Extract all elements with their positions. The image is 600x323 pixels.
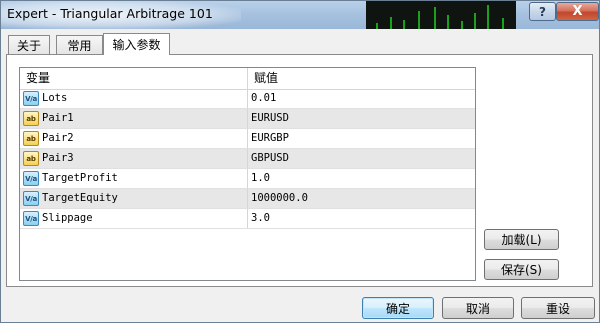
numeric-type-icon: V/a <box>23 171 39 186</box>
numeric-type-icon: V/a <box>23 191 39 206</box>
numeric-type-icon: V/a <box>23 91 39 106</box>
parameter-row-target-profit[interactable]: V/a TargetProfit 1.0 <box>20 169 475 189</box>
column-header-variable[interactable]: 变量 <box>20 68 248 89</box>
parameter-name-cell: V/a TargetProfit <box>20 169 248 188</box>
cancel-button-label: 取消 <box>465 301 490 316</box>
parameter-row-lots[interactable]: V/a Lots 0.01 <box>20 89 475 109</box>
load-button-label: 加载(L) <box>501 233 542 247</box>
tab-common[interactable]: 常用 <box>56 35 103 55</box>
window-title: Expert - Triangular Arbitrage 101 <box>7 6 213 21</box>
parameter-name: TargetProfit <box>42 172 118 184</box>
parameter-name-cell: V/a TargetEquity <box>20 189 248 208</box>
ok-button[interactable]: 确定 <box>362 297 434 319</box>
tab-common-label: 常用 <box>67 39 92 53</box>
column-header-value[interactable]: 赋值 <box>248 68 475 89</box>
parameter-name: Slippage <box>42 212 93 224</box>
tab-inputs[interactable]: 输入参数 <box>103 33 170 55</box>
reset-button[interactable]: 重设 <box>521 297 595 319</box>
save-button-label: 保存(S) <box>501 263 542 277</box>
parameter-name: Pair2 <box>42 132 74 144</box>
numeric-type-icon: V/a <box>23 211 39 226</box>
parameter-name-cell: ab Pair3 <box>20 149 248 168</box>
string-type-icon: ab <box>23 151 39 166</box>
help-button[interactable]: ? <box>529 2 556 21</box>
parameter-row-slippage[interactable]: V/a Slippage 3.0 <box>20 209 475 229</box>
parameter-name-cell: V/a Slippage <box>20 209 248 228</box>
parameter-value[interactable]: GBPUSD <box>248 149 475 168</box>
parameter-row-pair2[interactable]: ab Pair2 EURGBP <box>20 129 475 149</box>
parameter-name-cell: ab Pair1 <box>20 109 248 128</box>
tab-about-label: 关于 <box>16 39 41 53</box>
parameter-row-pair3[interactable]: ab Pair3 GBPUSD <box>20 149 475 169</box>
parameter-row-target-equity[interactable]: V/a TargetEquity 1000000.0 <box>20 189 475 209</box>
save-button[interactable]: 保存(S) <box>484 259 559 280</box>
close-button[interactable]: X <box>556 2 599 21</box>
parameter-name: Lots <box>42 92 68 104</box>
parameter-value[interactable]: EURGBP <box>248 129 475 148</box>
tab-about[interactable]: 关于 <box>8 35 50 55</box>
reset-button-label: 重设 <box>545 301 570 316</box>
input-parameters-grid: 变量 赋值 V/a Lots 0.01 ab Pair1 EURUSD ab P… <box>19 67 476 281</box>
string-type-icon: ab <box>23 131 39 146</box>
load-button[interactable]: 加载(L) <box>484 229 559 250</box>
parameter-name: TargetEquity <box>42 192 118 204</box>
parameter-value[interactable]: 0.01 <box>248 89 475 108</box>
help-icon: ? <box>539 4 546 19</box>
parameter-value[interactable]: 1000000.0 <box>248 189 475 208</box>
parameter-value[interactable]: 1.0 <box>248 169 475 188</box>
parameter-value[interactable]: EURUSD <box>248 109 475 128</box>
expert-properties-dialog: Expert - Triangular Arbitrage 101 ? X 关于… <box>0 0 600 323</box>
title-bar[interactable]: Expert - Triangular Arbitrage 101 ? X <box>1 1 599 29</box>
parameter-name-cell: ab Pair2 <box>20 129 248 148</box>
parameter-value[interactable]: 3.0 <box>248 209 475 228</box>
title-background-chart <box>366 1 516 29</box>
parameter-name: Pair1 <box>42 112 74 124</box>
parameter-name: Pair3 <box>42 152 74 164</box>
ok-button-label: 确定 <box>385 301 410 316</box>
parameter-row-pair1[interactable]: ab Pair1 EURUSD <box>20 109 475 129</box>
close-icon: X <box>572 4 583 19</box>
cancel-button[interactable]: 取消 <box>442 297 514 319</box>
tab-inputs-label: 输入参数 <box>112 38 161 52</box>
grid-header: 变量 赋值 <box>20 68 475 90</box>
string-type-icon: ab <box>23 111 39 126</box>
parameter-name-cell: V/a Lots <box>20 89 248 108</box>
